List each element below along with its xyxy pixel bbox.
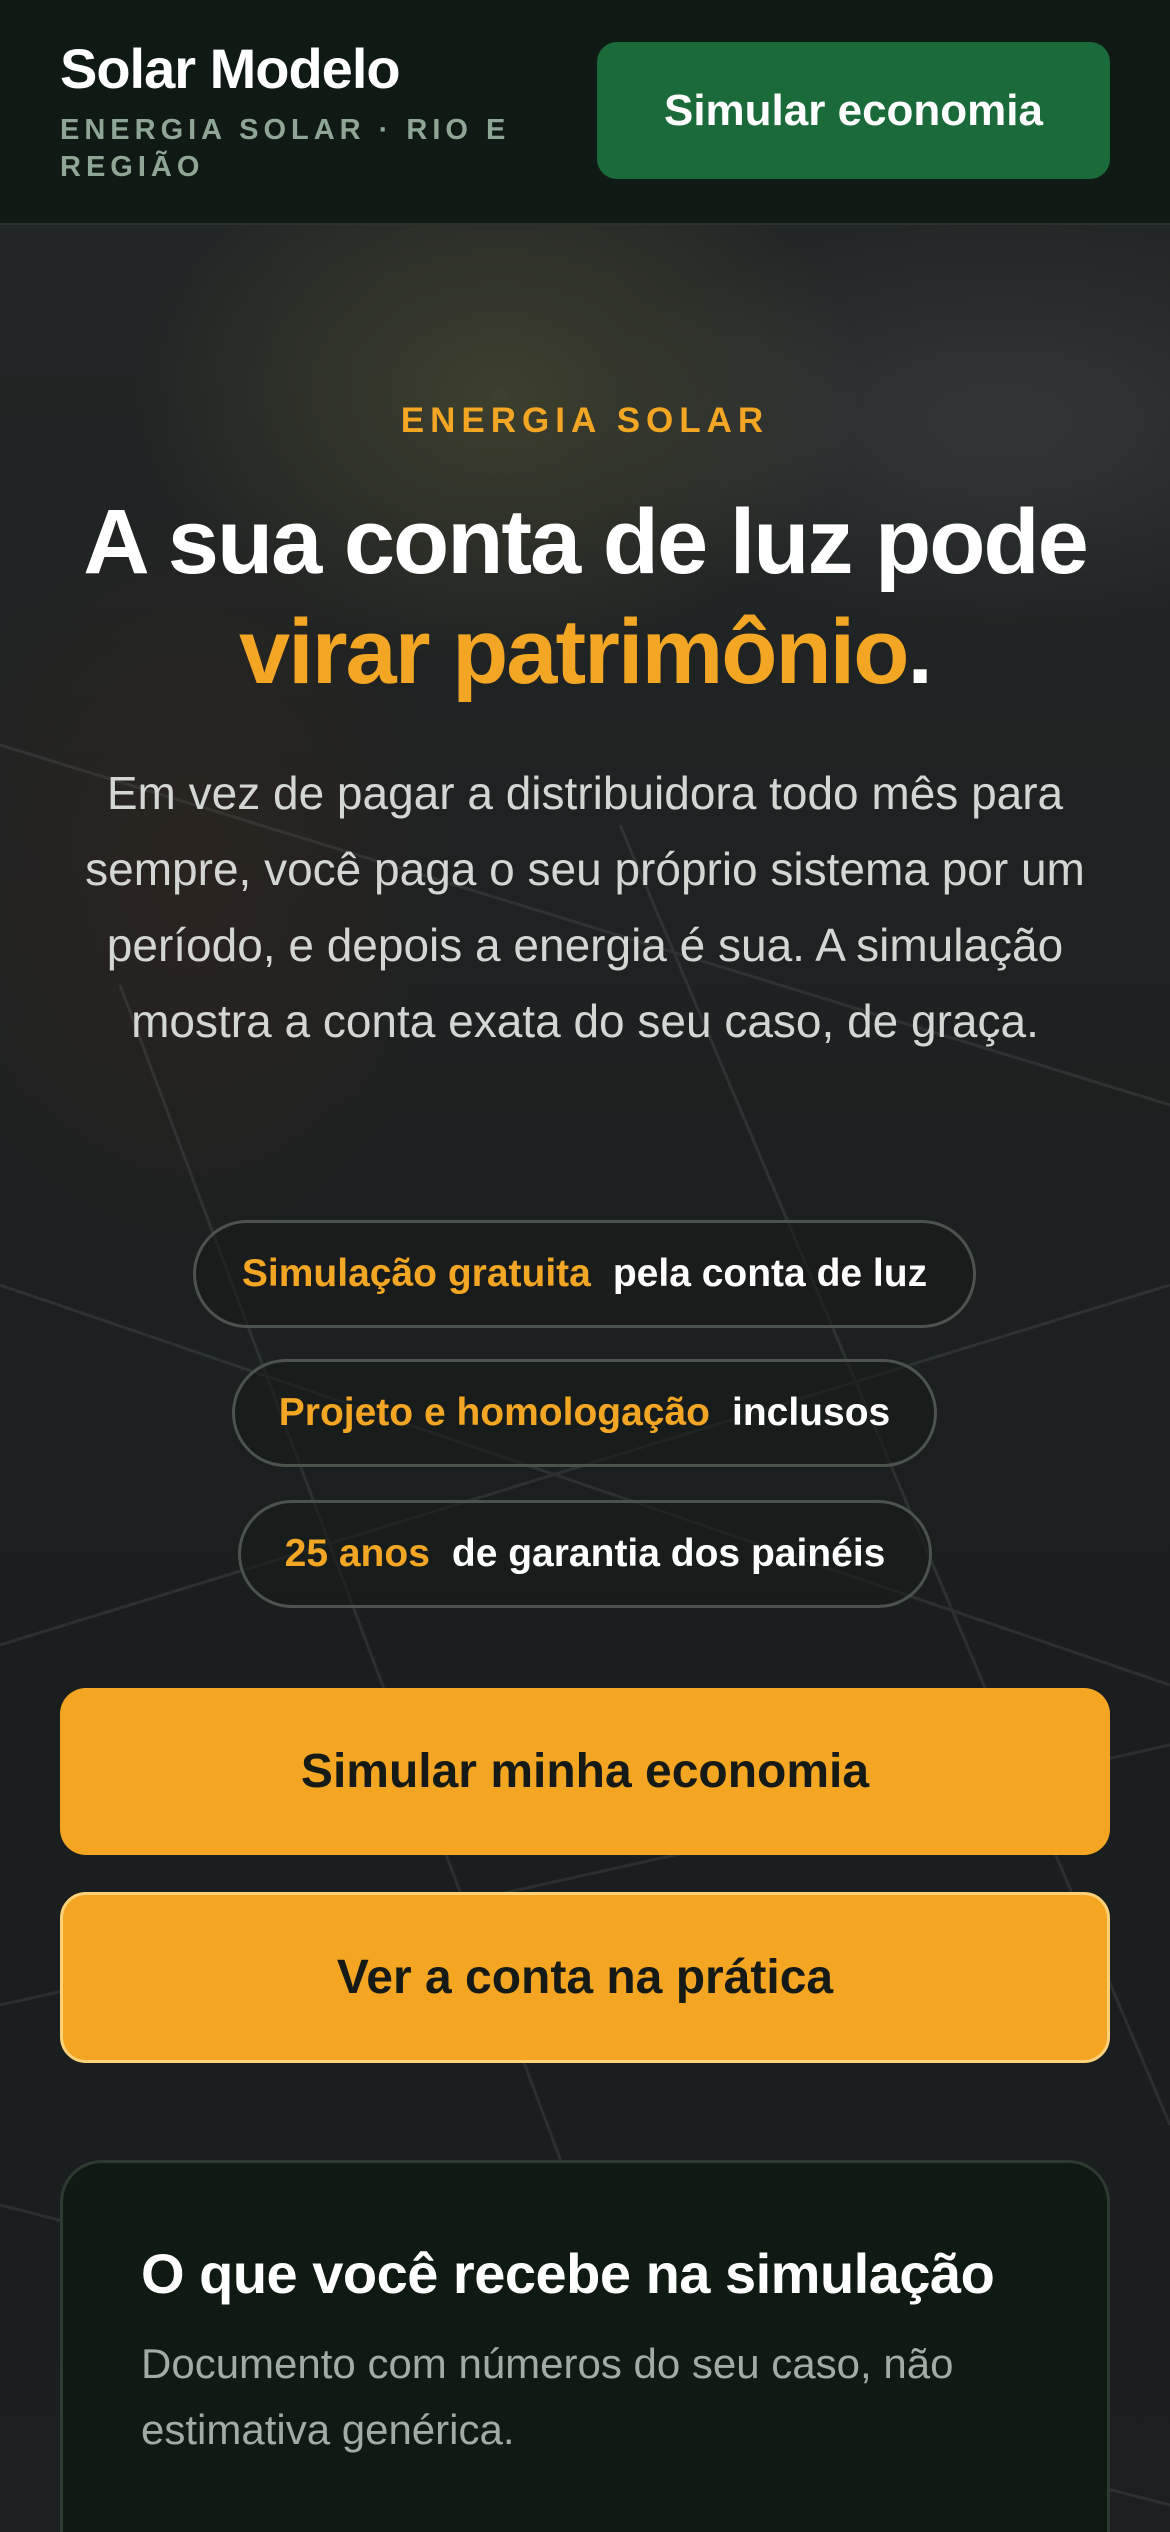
brand-tagline: ENERGIA SOLAR · RIO E REGIÃO xyxy=(60,114,511,183)
pill-text: de garantia dos painéis xyxy=(451,1532,886,1575)
see-bill-in-practice-button[interactable]: Ver a conta na prática xyxy=(60,1892,1110,2063)
headline-text: A sua conta de luz pode xyxy=(83,491,1089,593)
hero-lead: Em vez de pagar a distribuidora todo mês… xyxy=(85,767,1085,1047)
card-text: Documento com números do seu caso, não e… xyxy=(141,2340,954,2453)
simulate-my-savings-button[interactable]: Simular minha economia xyxy=(60,1688,1110,1855)
pill-highlight: Simulação gratuita xyxy=(241,1252,591,1295)
pill-text: pela conta de luz xyxy=(612,1252,928,1295)
brand-name[interactable]: Solar Modelo xyxy=(60,36,401,101)
site-header: Solar Modelo ENERGIA SOLAR · RIO E REGIÃ… xyxy=(0,0,1170,225)
hero-headline: A sua conta de luz pode virar patrimônio… xyxy=(40,487,1130,707)
card-title: O que você recebe na simulação xyxy=(141,2242,995,2305)
benefit-pill-free-simulation: Simulação gratuita pela conta de luz xyxy=(193,1220,976,1328)
headline-accent: virar patrimônio xyxy=(239,601,909,703)
pill-highlight: Projeto e homologação xyxy=(278,1391,710,1434)
simulation-info-card: O que você recebe na simulação Documento… xyxy=(60,2160,1110,2532)
simulate-savings-button[interactable]: Simular economia xyxy=(597,42,1110,179)
pill-text: inclusos xyxy=(732,1391,891,1434)
hero-section: ENERGIA SOLAR A sua conta de luz pode vi… xyxy=(0,225,1170,2532)
pill-highlight: 25 anos xyxy=(284,1532,430,1575)
benefit-pill-project: Projeto e homologação inclusos xyxy=(232,1359,937,1467)
headline-end: . xyxy=(907,601,933,703)
benefit-pill-warranty: 25 anos de garantia dos painéis xyxy=(238,1500,932,1608)
hero-eyebrow: ENERGIA SOLAR xyxy=(400,401,770,440)
